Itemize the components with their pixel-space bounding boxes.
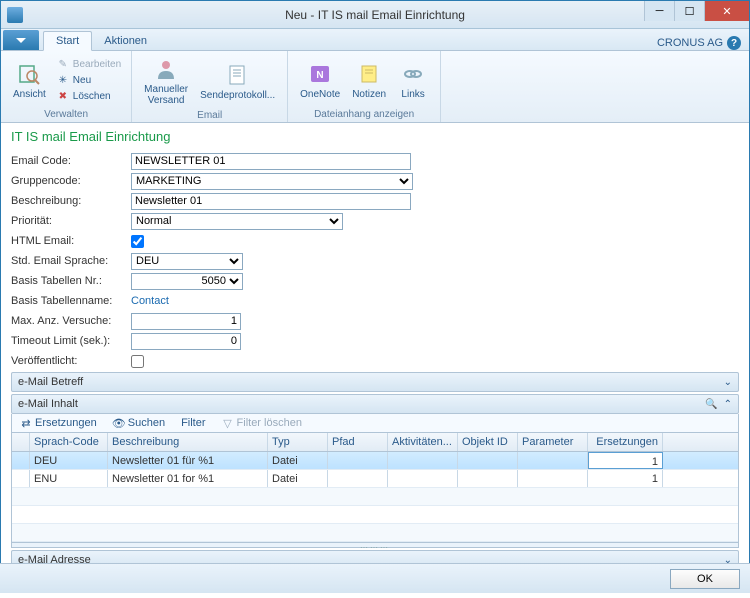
chevron-down-icon: ⌄ (724, 377, 732, 388)
sendeprotokoll-label: Sendeprotokoll... (200, 90, 275, 101)
veroeffentlicht-label: Veröffentlicht: (11, 355, 131, 367)
section-betreff[interactable]: e-Mail Betreff⌄ (11, 372, 739, 392)
funnel-icon: ▽ (222, 417, 234, 429)
minimize-button[interactable]: ─ (644, 1, 674, 21)
window-title: Neu - IT IS mail Email Einrichtung (1, 8, 749, 22)
inhalt-grid: Sprach-Code Beschreibung Typ Pfad Aktivi… (11, 433, 739, 543)
filter-loeschen-button[interactable]: ▽Filter löschen (218, 416, 306, 430)
beschreibung-input[interactable] (131, 193, 411, 210)
dateianhang-group-label: Dateianhang anzeigen (294, 107, 434, 120)
basis-tab-nr-select[interactable]: 5050 (131, 273, 243, 290)
svg-text:N: N (317, 70, 324, 81)
max-versuche-input[interactable] (131, 313, 241, 330)
veroeffentlicht-checkbox[interactable] (131, 355, 144, 368)
links-button[interactable]: Links (392, 53, 434, 107)
tab-aktionen[interactable]: Aktionen (92, 32, 159, 50)
basis-tab-name-label: Basis Tabellenname: (11, 295, 131, 307)
new-icon: ✳ (56, 73, 70, 87)
person-icon (152, 55, 180, 83)
delete-icon: ✖ (56, 89, 70, 103)
onenote-icon: N (306, 60, 334, 88)
basis-tab-name-value[interactable]: Contact (131, 295, 169, 307)
manueller-versand-label: Manueller Versand (144, 84, 188, 106)
titlebar: Neu - IT IS mail Email Einrichtung ─ ☐ ✕ (1, 1, 749, 29)
chevron-up-icon: ⌃ (724, 399, 732, 410)
section-inhalt[interactable]: e-Mail Inhalt🔍⌃ (11, 394, 739, 414)
maximize-button[interactable]: ☐ (674, 1, 704, 21)
beschreibung-label: Beschreibung: (11, 195, 131, 207)
html-email-label: HTML Email: (11, 235, 131, 247)
max-versuche-label: Max. Anz. Versuche: (11, 315, 131, 327)
col-typ[interactable]: Typ (268, 433, 328, 451)
replace-icon: ⇄ (20, 417, 32, 429)
notizen-label: Notizen (352, 89, 386, 100)
ersetzungen-button[interactable]: ⇄Ersetzungen (16, 416, 101, 430)
email-code-input[interactable] (131, 153, 411, 170)
prioritaet-select[interactable]: Normal (131, 213, 343, 230)
links-label: Links (401, 89, 424, 100)
ansicht-label: Ansicht (13, 89, 46, 100)
onenote-label: OneNote (300, 89, 340, 100)
company-label: CRONUS AG ? (657, 36, 741, 50)
company-text: CRONUS AG (657, 37, 723, 49)
ribbon: Ansicht ✎Bearbeiten ✳Neu ✖Löschen Verwal… (1, 51, 749, 123)
grid-resize-handle[interactable]: ⋯⋯⋯ (11, 543, 739, 548)
footer: OK (0, 563, 750, 593)
std-sprache-select[interactable]: DEU (131, 253, 243, 270)
col-objekt-id[interactable]: Objekt ID (458, 433, 518, 451)
content-area: IT IS mail Email Einrichtung Email Code:… (1, 123, 749, 598)
onenote-button[interactable]: N OneNote (294, 53, 346, 107)
suchen-button[interactable]: 👁Suchen (109, 416, 169, 430)
pencil-icon: ✎ (56, 57, 70, 71)
col-parameter[interactable]: Parameter (518, 433, 588, 451)
std-sprache-label: Std. Email Sprache: (11, 255, 131, 267)
verwalten-group-label: Verwalten (7, 107, 125, 120)
notizen-button[interactable]: Notizen (346, 53, 392, 107)
bearbeiten-button[interactable]: ✎Bearbeiten (52, 56, 125, 72)
email-code-label: Email Code: (11, 155, 131, 167)
links-icon (399, 60, 427, 88)
col-aktivitaeten[interactable]: Aktivitäten... (388, 433, 458, 451)
notes-icon (355, 60, 383, 88)
email-group-label: Email (138, 108, 281, 121)
inhalt-toolbar: ⇄Ersetzungen 👁Suchen Filter ▽Filter lösc… (11, 414, 739, 433)
neu-button[interactable]: ✳Neu (52, 72, 125, 88)
grid-header: Sprach-Code Beschreibung Typ Pfad Aktivi… (12, 433, 738, 452)
gruppencode-select[interactable]: MARKETING (131, 173, 413, 190)
view-icon (15, 60, 43, 88)
table-row[interactable]: ENU Newsletter 01 for %1 Datei 1 (12, 470, 738, 488)
sendeprotokoll-button[interactable]: Sendeprotokoll... (194, 53, 281, 108)
manueller-versand-button[interactable]: Manueller Versand (138, 53, 194, 108)
filter-button[interactable]: Filter (177, 416, 209, 430)
table-row[interactable]: DEU Newsletter 01 für %1 Datei 1 (12, 452, 738, 470)
tab-start[interactable]: Start (43, 31, 92, 51)
ok-button[interactable]: OK (670, 569, 740, 589)
app-menu-button[interactable] (3, 30, 39, 50)
gruppencode-label: Gruppencode: (11, 175, 131, 187)
col-pfad[interactable]: Pfad (328, 433, 388, 451)
page-title: IT IS mail Email Einrichtung (11, 129, 739, 144)
timeout-label: Timeout Limit (sek.): (11, 335, 131, 347)
col-sprach[interactable]: Sprach-Code (30, 433, 108, 451)
search-icon: 👁 (113, 417, 125, 429)
help-icon[interactable]: ? (727, 36, 741, 50)
col-ersetzungen[interactable]: Ersetzungen (588, 433, 663, 451)
ansicht-button[interactable]: Ansicht (7, 53, 52, 107)
basis-tab-nr-label: Basis Tabellen Nr.: (11, 275, 131, 287)
close-button[interactable]: ✕ (704, 1, 749, 21)
html-email-checkbox[interactable] (131, 235, 144, 248)
tab-bar: Start Aktionen CRONUS AG ? (1, 29, 749, 51)
prioritaet-label: Priorität: (11, 215, 131, 227)
timeout-input[interactable] (131, 333, 241, 350)
search-inline-icon[interactable]: 🔍 (705, 399, 717, 410)
loeschen-button[interactable]: ✖Löschen (52, 88, 125, 104)
log-icon (224, 61, 252, 89)
col-beschreibung[interactable]: Beschreibung (108, 433, 268, 451)
